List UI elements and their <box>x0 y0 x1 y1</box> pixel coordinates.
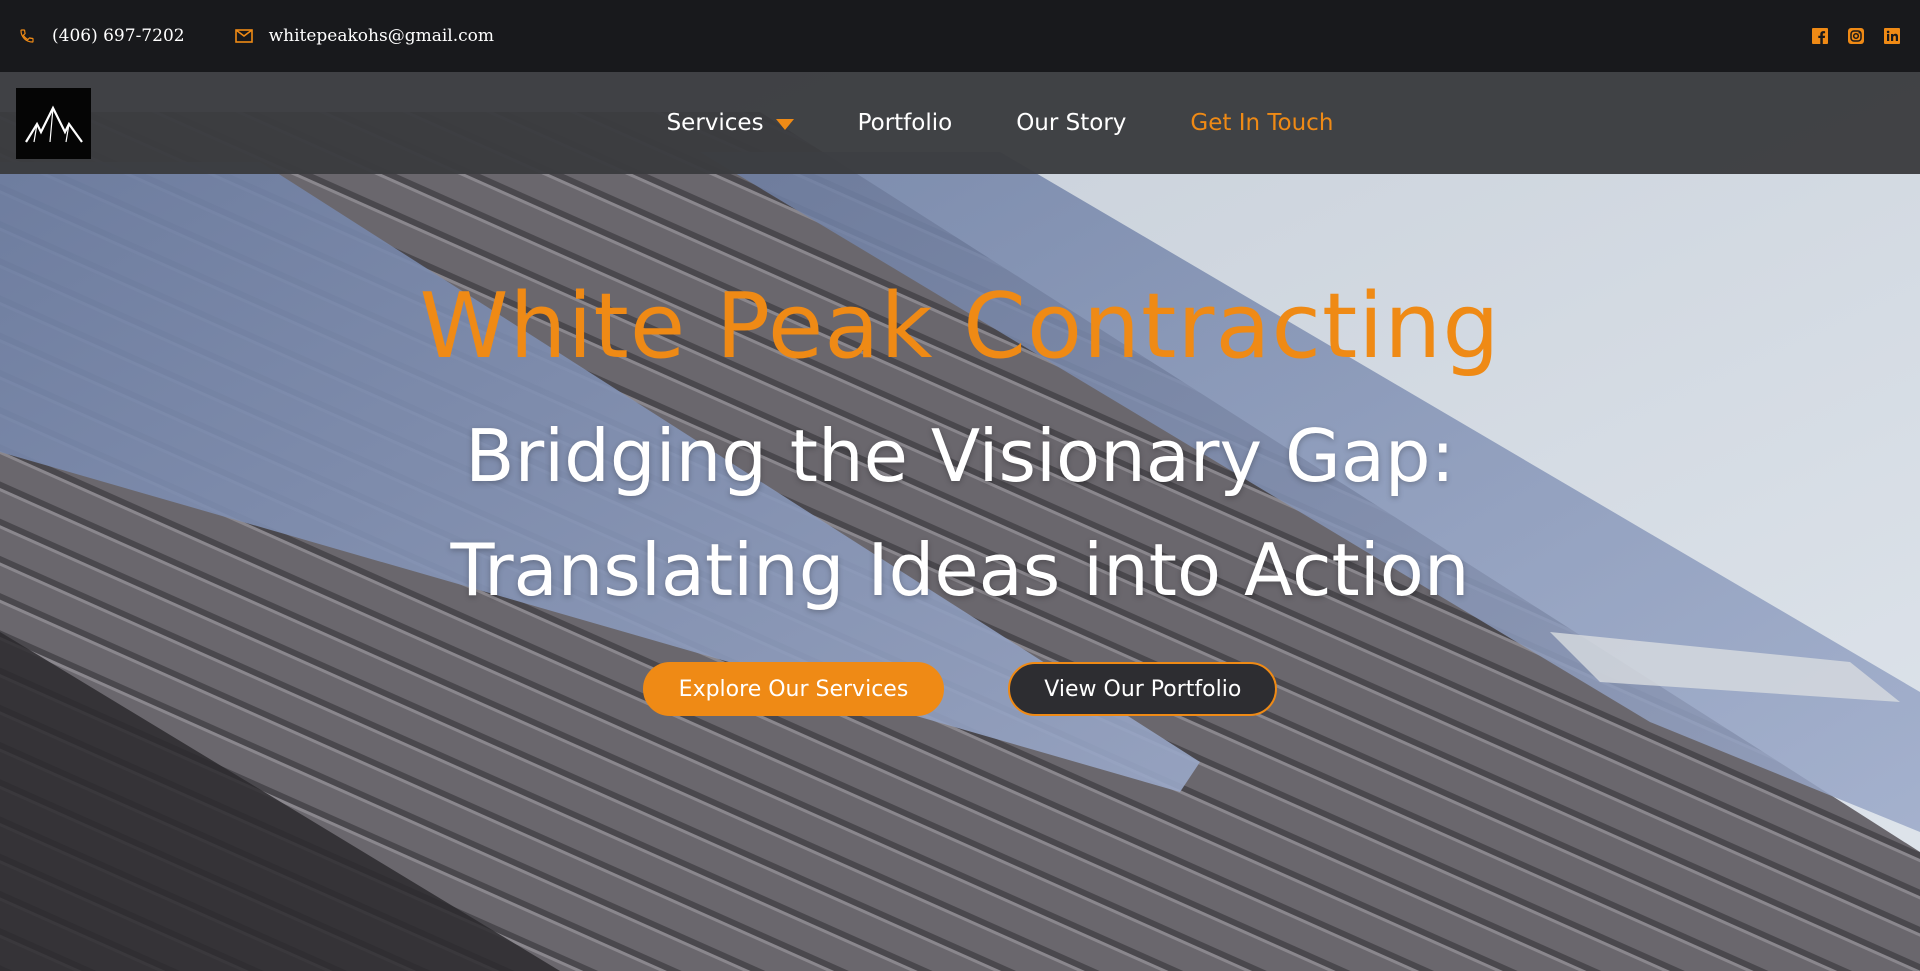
nav-menu: Services Portfolio Our Story Get In Touc… <box>0 72 1920 174</box>
hero-tagline-line2: Translating Ideas into Action <box>450 528 1470 612</box>
top-contact-bar: (406) 697-7202 whitepeakohs@gmail.com <box>0 0 1920 72</box>
facebook-icon[interactable] <box>1810 26 1830 46</box>
hero-background-image <box>0 72 1920 971</box>
chevron-down-icon[interactable] <box>775 118 794 130</box>
phone-contact[interactable]: (406) 697-7202 <box>18 26 185 46</box>
hero-brand-title: White Peak Contracting <box>419 274 1501 379</box>
nav-item-get-in-touch[interactable]: Get In Touch <box>1190 110 1333 136</box>
hero-tagline-line1: Bridging the Visionary Gap: <box>465 414 1455 498</box>
main-navbar: Services Portfolio Our Story Get In Touc… <box>0 72 1920 174</box>
explore-services-button[interactable]: Explore Our Services <box>642 662 945 716</box>
hero-buttons: Explore Our Services View Our Portfolio <box>0 662 1920 716</box>
linkedin-icon[interactable] <box>1882 26 1902 46</box>
phone-icon <box>18 27 36 45</box>
mail-icon <box>234 27 253 45</box>
instagram-icon[interactable] <box>1846 26 1866 46</box>
email-address[interactable]: whitepeakohs@gmail.com <box>269 26 494 46</box>
phone-number[interactable]: (406) 697-7202 <box>52 26 185 46</box>
nav-item-our-story[interactable]: Our Story <box>1016 110 1126 136</box>
email-contact[interactable]: whitepeakohs@gmail.com <box>234 26 494 46</box>
nav-item-services[interactable]: Services <box>667 110 794 136</box>
social-links <box>1810 26 1902 46</box>
view-portfolio-button[interactable]: View Our Portfolio <box>1008 662 1278 716</box>
nav-services-label[interactable]: Services <box>667 110 764 136</box>
hero-section <box>0 72 1920 971</box>
nav-item-portfolio[interactable]: Portfolio <box>858 110 953 136</box>
